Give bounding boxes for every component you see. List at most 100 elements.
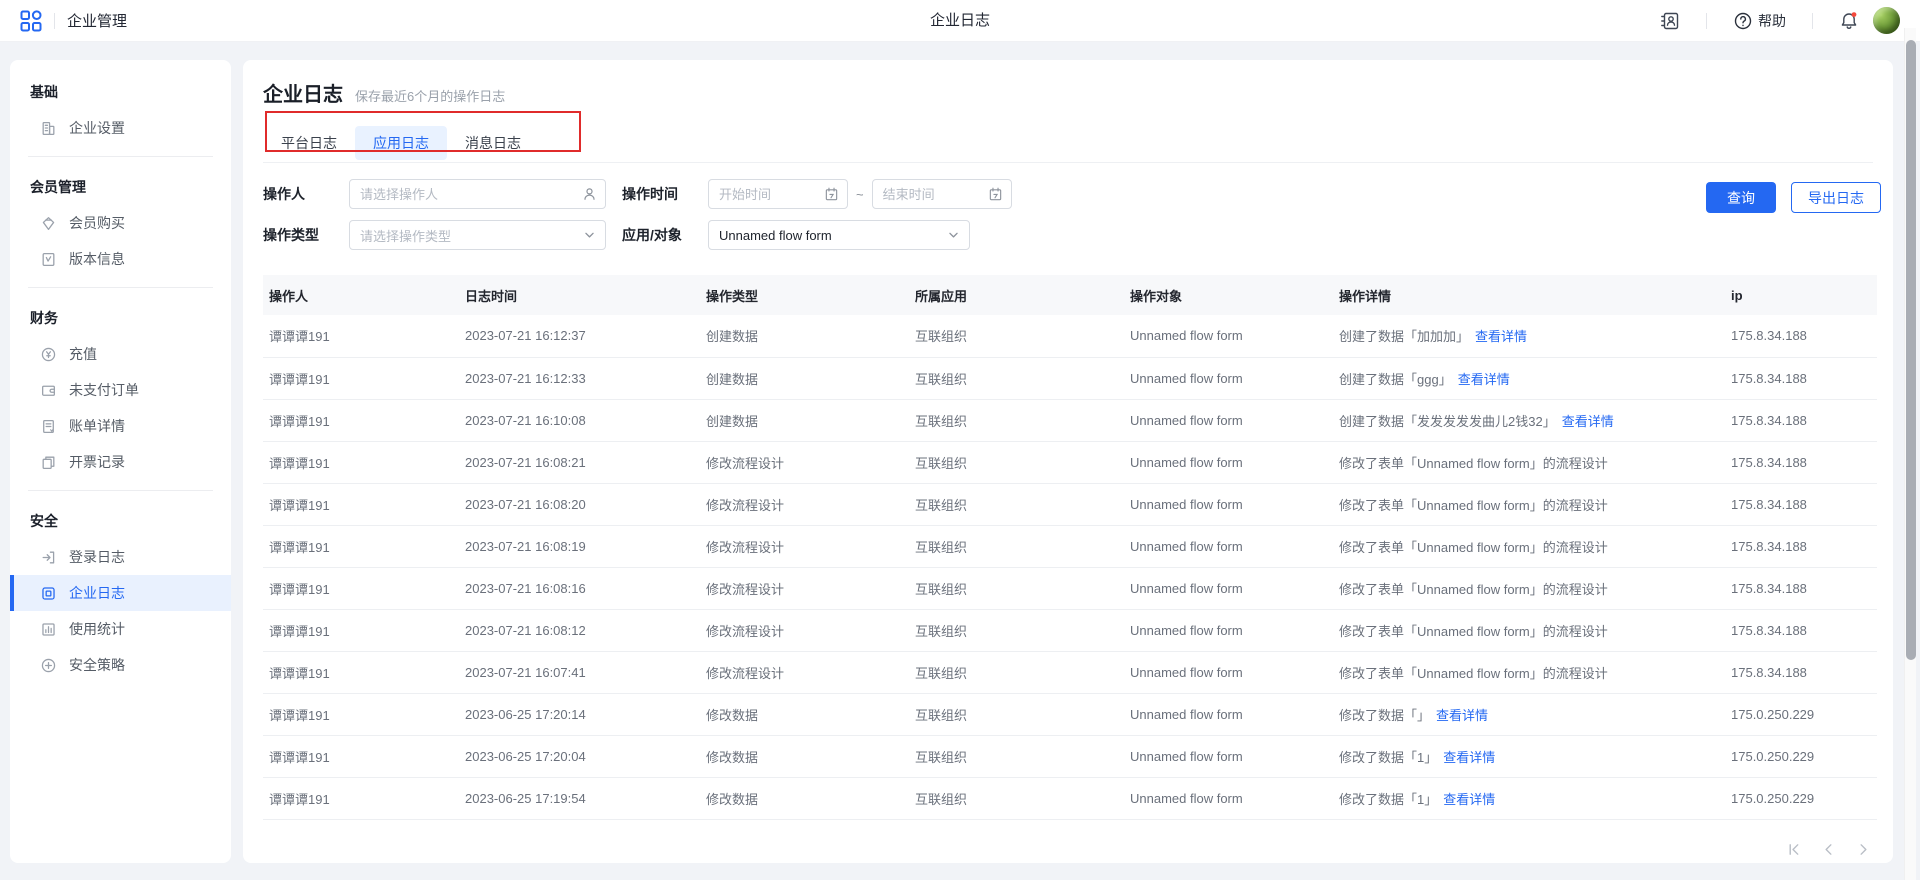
sidebar-item-usage-stats[interactable]: 使用统计 bbox=[10, 611, 231, 647]
cell-time: 2023-07-21 16:10:08 bbox=[459, 399, 700, 441]
help-button[interactable]: 帮助 bbox=[1733, 11, 1786, 31]
sidebar-item-bill-detail[interactable]: 账单详情 bbox=[10, 408, 231, 444]
cell-time: 2023-07-21 16:08:19 bbox=[459, 525, 700, 567]
page-title: 企业日志 bbox=[930, 0, 990, 42]
table-row: 谭谭谭1912023-07-21 16:08:16修改流程设计互联组织Unnam… bbox=[263, 567, 1877, 609]
view-detail-link[interactable]: 查看详情 bbox=[1562, 414, 1614, 429]
cell-target: Unnamed flow form bbox=[1124, 609, 1333, 651]
cell-target: Unnamed flow form bbox=[1124, 483, 1333, 525]
sidebar-divider bbox=[28, 287, 213, 288]
table-row: 谭谭谭1912023-06-25 17:19:54修改数据互联组织Unnamed… bbox=[263, 777, 1877, 819]
sidebar-item-login-log[interactable]: 登录日志 bbox=[10, 539, 231, 575]
start-time-wrap bbox=[708, 179, 848, 209]
sidebar-item-label: 充值 bbox=[69, 344, 97, 364]
filter-row-2: 操作类型 请选择操作类型 应用/对象 Unnamed flow form bbox=[263, 220, 1873, 250]
cell-detail: 修改了数据「」查看详情 bbox=[1333, 693, 1725, 735]
sidebar-item-building[interactable]: 企业设置 bbox=[10, 110, 231, 146]
scrollbar-thumb[interactable] bbox=[1906, 40, 1916, 660]
cell-type: 创建数据 bbox=[700, 315, 909, 357]
view-detail-link[interactable]: 查看详情 bbox=[1443, 792, 1495, 807]
cell-app: 互联组织 bbox=[909, 525, 1124, 567]
cell-time: 2023-07-21 16:08:21 bbox=[459, 441, 700, 483]
user-avatar[interactable] bbox=[1873, 7, 1900, 34]
tab-platform-log[interactable]: 平台日志 bbox=[263, 126, 355, 160]
prev-page-icon[interactable] bbox=[1821, 842, 1836, 857]
version-info-icon bbox=[40, 251, 57, 268]
column-header: 日志时间 bbox=[459, 275, 700, 315]
cell-app: 互联组织 bbox=[909, 567, 1124, 609]
app-object-select[interactable]: Unnamed flow form bbox=[708, 220, 970, 250]
operator-input[interactable] bbox=[350, 180, 605, 208]
sidebar-item-label: 未支付订单 bbox=[69, 380, 139, 400]
sidebar-item-invoice-record[interactable]: 开票记录 bbox=[10, 444, 231, 480]
sidebar-item-label: 开票记录 bbox=[69, 452, 125, 472]
filter-buttons: 查询 导出日志 bbox=[1706, 182, 1881, 213]
table-row: 谭谭谭1912023-07-21 16:08:21修改流程设计互联组织Unnam… bbox=[263, 441, 1877, 483]
query-button[interactable]: 查询 bbox=[1706, 182, 1776, 213]
view-detail-link[interactable]: 查看详情 bbox=[1436, 708, 1488, 723]
tab-message-log[interactable]: 消息日志 bbox=[447, 126, 539, 160]
sidebar-divider bbox=[28, 490, 213, 491]
cell-operator: 谭谭谭191 bbox=[263, 315, 459, 357]
app-object-label: 应用/对象 bbox=[622, 225, 708, 245]
recharge-icon bbox=[40, 346, 57, 363]
sidebar-item-security-policy[interactable]: 安全策略 bbox=[10, 647, 231, 683]
end-time-input[interactable] bbox=[873, 180, 1011, 208]
cell-type: 创建数据 bbox=[700, 399, 909, 441]
cell-detail: 修改了表单「Unnamed flow form」的流程设计 bbox=[1333, 483, 1725, 525]
topbar-left: 企业管理 bbox=[20, 10, 127, 32]
sidebar-item-recharge[interactable]: 充值 bbox=[10, 336, 231, 372]
view-detail-link[interactable]: 查看详情 bbox=[1475, 329, 1527, 344]
cell-target: Unnamed flow form bbox=[1124, 735, 1333, 777]
cell-time: 2023-07-21 16:07:41 bbox=[459, 651, 700, 693]
cell-app: 互联组织 bbox=[909, 735, 1124, 777]
sidebar-item-label: 登录日志 bbox=[69, 547, 125, 567]
cell-app: 互联组织 bbox=[909, 693, 1124, 735]
cell-time: 2023-07-21 16:08:20 bbox=[459, 483, 700, 525]
tab-app-log[interactable]: 应用日志 bbox=[355, 126, 447, 160]
cell-target: Unnamed flow form bbox=[1124, 315, 1333, 357]
table-header: 操作人日志时间操作类型所属应用操作对象操作详情ip bbox=[263, 275, 1877, 315]
column-header: 操作详情 bbox=[1333, 275, 1725, 315]
cell-operator: 谭谭谭191 bbox=[263, 483, 459, 525]
table-row: 谭谭谭1912023-07-21 16:10:08创建数据互联组织Unnamed… bbox=[263, 399, 1877, 441]
invoice-record-icon bbox=[40, 454, 57, 471]
cell-operator: 谭谭谭191 bbox=[263, 651, 459, 693]
cell-operator: 谭谭谭191 bbox=[263, 777, 459, 819]
notification-dot bbox=[1852, 12, 1857, 17]
cell-detail: 修改了表单「Unnamed flow form」的流程设计 bbox=[1333, 651, 1725, 693]
notification-bell-icon[interactable] bbox=[1839, 11, 1859, 31]
table-row: 谭谭谭1912023-06-25 17:20:14修改数据互联组织Unnamed… bbox=[263, 693, 1877, 735]
table-row: 谭谭谭1912023-07-21 16:07:41修改流程设计互联组织Unnam… bbox=[263, 651, 1877, 693]
cell-time: 2023-07-21 16:08:16 bbox=[459, 567, 700, 609]
cell-app: 互联组织 bbox=[909, 399, 1124, 441]
next-page-icon[interactable] bbox=[1856, 842, 1871, 857]
end-time-wrap bbox=[872, 179, 1012, 209]
sidebar: 基础企业设置会员管理会员购买版本信息财务充值未支付订单账单详情开票记录安全登录日… bbox=[10, 60, 231, 863]
app-grid-icon[interactable] bbox=[20, 10, 42, 32]
start-time-input[interactable] bbox=[709, 180, 847, 208]
sidebar-item-gem[interactable]: 会员购买 bbox=[10, 205, 231, 241]
sidebar-item-enterprise-log[interactable]: 企业日志 bbox=[10, 575, 231, 611]
log-table: 操作人日志时间操作类型所属应用操作对象操作详情ip 谭谭谭1912023-07-… bbox=[263, 275, 1877, 820]
sidebar-item-wallet[interactable]: 未支付订单 bbox=[10, 372, 231, 408]
export-log-button[interactable]: 导出日志 bbox=[1791, 182, 1881, 213]
cell-time: 2023-07-21 16:08:12 bbox=[459, 609, 700, 651]
topbar-right: 帮助 bbox=[1660, 7, 1900, 34]
first-page-icon[interactable] bbox=[1786, 842, 1801, 857]
view-detail-link[interactable]: 查看详情 bbox=[1458, 372, 1510, 387]
view-detail-link[interactable]: 查看详情 bbox=[1443, 750, 1495, 765]
sidebar-section-title: 会员管理 bbox=[10, 167, 231, 205]
cell-operator: 谭谭谭191 bbox=[263, 567, 459, 609]
detail-text: 创建了数据「ggg」 bbox=[1339, 372, 1452, 387]
cell-type: 修改数据 bbox=[700, 693, 909, 735]
sidebar-item-version-info[interactable]: 版本信息 bbox=[10, 241, 231, 277]
cell-ip: 175.8.34.188 bbox=[1725, 609, 1877, 651]
cell-type: 修改流程设计 bbox=[700, 609, 909, 651]
contacts-icon[interactable] bbox=[1660, 11, 1680, 31]
cell-type: 修改流程设计 bbox=[700, 441, 909, 483]
topbar-divider bbox=[1706, 13, 1707, 29]
topbar-divider bbox=[54, 13, 55, 29]
type-select[interactable]: 请选择操作类型 bbox=[349, 220, 606, 250]
question-icon bbox=[1733, 11, 1753, 31]
